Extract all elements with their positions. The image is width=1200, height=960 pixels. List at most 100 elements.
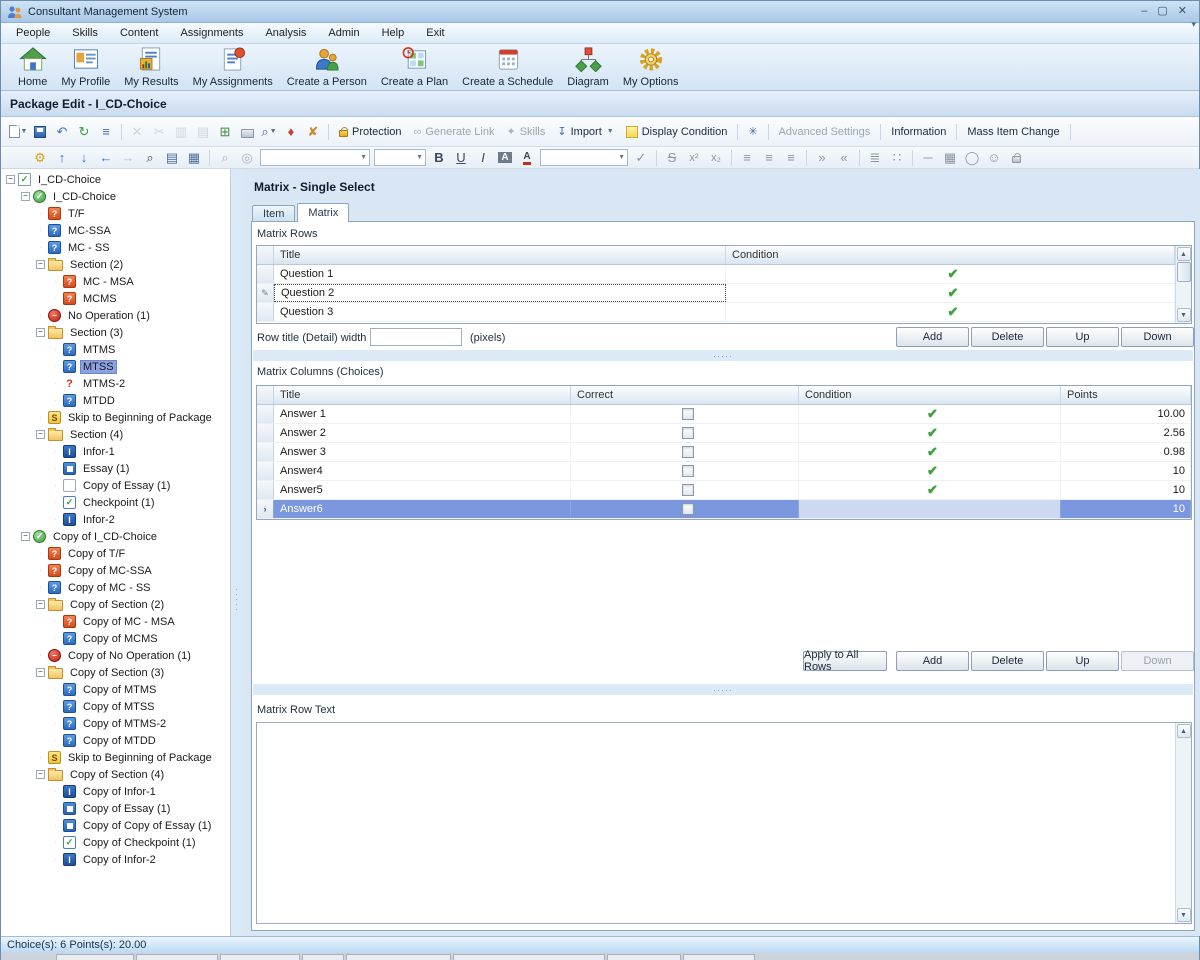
print-icon[interactable] — [237, 123, 257, 141]
tree-item-mtms[interactable]: ·?MTMS — [1, 341, 230, 358]
row-title-width-input[interactable] — [370, 328, 462, 346]
ellipse-icon[interactable]: ◯ — [962, 149, 982, 167]
properties-icon[interactable]: ≡ — [96, 123, 116, 141]
menu-item-skills[interactable]: Skills — [61, 24, 109, 42]
package-options-icon[interactable]: ⚙ — [30, 149, 50, 167]
align-left-icon[interactable]: ≡ — [737, 149, 757, 167]
choice-correct-cell[interactable] — [571, 405, 799, 423]
font-family-combo[interactable]: ▼ — [260, 149, 370, 166]
choice-title-cell[interactable]: Answer 3 — [274, 443, 571, 461]
bold-icon[interactable]: B — [429, 149, 449, 167]
tree-item-mc-ss[interactable]: ·?MC - SS — [1, 239, 230, 256]
choice-correct-cell[interactable] — [571, 424, 799, 442]
correct-checkbox[interactable] — [682, 408, 694, 420]
matrix-rows-add-button[interactable]: Add — [896, 327, 969, 347]
tree-item-copy-of-mcms[interactable]: ·?Copy of MCMS — [1, 630, 230, 647]
menu-item-assignments[interactable]: Assignments — [169, 24, 254, 42]
go-forward-icon[interactable]: → — [118, 149, 138, 167]
tree-item-mc-ssa[interactable]: ·?MC-SSA — [1, 222, 230, 239]
matrix-row-text-area[interactable]: ▲ ▼ — [256, 722, 1192, 924]
undo-icon[interactable]: ↶ — [52, 123, 72, 141]
go-back-icon[interactable]: ← — [96, 149, 116, 167]
row-selector[interactable] — [257, 462, 274, 480]
choice-row[interactable]: ›Answer610 — [257, 500, 1191, 519]
toolbar-item-home[interactable]: Home — [11, 45, 54, 89]
toolbar-item-my-assignments[interactable]: My Assignments — [186, 45, 280, 89]
strikethrough-icon[interactable]: S — [662, 149, 682, 167]
choice-correct-cell[interactable] — [571, 500, 799, 518]
choice-condition-cell[interactable]: ✔ — [799, 443, 1061, 461]
tree-item-essay-1-[interactable]: ·Essay (1) — [1, 460, 230, 477]
bullet-list-icon[interactable]: ∷ — [887, 149, 907, 167]
table-icon[interactable]: ▦ — [940, 149, 960, 167]
tree-item-mcms[interactable]: ·?MCMS — [1, 290, 230, 307]
tree-item-infor-2[interactable]: ·IInfor-2 — [1, 511, 230, 528]
choice-condition-cell[interactable]: ✔ — [799, 424, 1061, 442]
menu-item-people[interactable]: People — [5, 24, 61, 42]
choice-condition-cell[interactable]: ✔ — [799, 405, 1061, 423]
vertical-splitter[interactable]: ····· — [231, 169, 244, 936]
tree-item-t-f[interactable]: ·?T/F — [1, 205, 230, 222]
toolbar-item-diagram[interactable]: Diagram — [560, 45, 616, 89]
zoom-icon[interactable]: ⌕▼ — [259, 123, 279, 141]
refresh-icon[interactable]: ↻ — [74, 123, 94, 141]
matrix-rows-scrollbar[interactable]: ▲ ▼ — [1175, 246, 1191, 323]
row-title-cell[interactable]: Question 3 — [274, 303, 726, 321]
correct-checkbox[interactable] — [682, 465, 694, 477]
expander-collapse-icon[interactable]: − — [20, 532, 31, 541]
correct-checkbox[interactable] — [682, 427, 694, 439]
tree-item-section-4-[interactable]: −Section (4) — [1, 426, 230, 443]
numbered-list-icon[interactable]: ≣ — [865, 149, 885, 167]
choice-correct-cell[interactable] — [571, 443, 799, 461]
row-condition-cell[interactable]: ✔ — [726, 265, 1175, 283]
matrix-rows-up-button[interactable]: Up — [1046, 327, 1119, 347]
choice-points-cell[interactable]: 10.00 — [1061, 405, 1191, 423]
toolbar-item-create-a-schedule[interactable]: Create a Schedule — [455, 45, 560, 89]
command-button-import[interactable]: ↧Import▼ — [551, 123, 619, 140]
expander-collapse-icon[interactable]: − — [35, 668, 46, 677]
tree-item-i-cd-choice[interactable]: −✓I_CD-Choice — [1, 171, 230, 188]
matrix-columns-delete-button[interactable]: Delete — [971, 651, 1044, 671]
choice-row[interactable]: Answer4✔10 — [257, 462, 1191, 481]
scroll-up-icon[interactable]: ▲ — [1177, 724, 1191, 738]
spellcheck-icon[interactable]: ✓ — [631, 149, 651, 167]
tree-item-skip-to-beginning-of-package[interactable]: ·SSkip to Beginning of Package — [1, 409, 230, 426]
tree-item-skip-to-beginning-of-package[interactable]: ·SSkip to Beginning of Package — [1, 749, 230, 766]
tree-item-section-3-[interactable]: −Section (3) — [1, 324, 230, 341]
row-selector[interactable] — [257, 265, 274, 283]
outdent-icon[interactable]: « — [834, 149, 854, 167]
scroll-down-icon[interactable]: ▼ — [1177, 908, 1191, 922]
person-icon[interactable]: ☺ — [984, 149, 1004, 167]
correct-checkbox[interactable] — [682, 446, 694, 458]
highlight-color-icon[interactable]: A — [495, 149, 515, 167]
edit-pencil-icon[interactable]: ✎ — [257, 284, 274, 302]
menu-item-content[interactable]: Content — [109, 24, 170, 42]
expander-collapse-icon[interactable]: − — [35, 328, 46, 337]
tree-item-copy-of-no-operation-1-[interactable]: ·−Copy of No Operation (1) — [1, 647, 230, 664]
tree-item-copy-of-infor-2[interactable]: ·ICopy of Infor-2 — [1, 851, 230, 868]
row-title-cell[interactable]: Question 1 — [274, 265, 726, 283]
scroll-thumb[interactable] — [1177, 262, 1191, 282]
toolbar-item-create-a-person[interactable]: Create a Person — [280, 45, 374, 89]
font-color-icon[interactable]: A — [517, 149, 537, 167]
horizontal-splitter-1[interactable]: ····· — [253, 350, 1193, 361]
matrix-columns-up-button[interactable]: Up — [1046, 651, 1119, 671]
row-condition-cell[interactable]: ✔ — [726, 303, 1175, 321]
choice-title-cell[interactable]: Answer 2 — [274, 424, 571, 442]
subscript-icon[interactable]: x₂ — [706, 149, 726, 167]
tree-item-copy-of-copy-of-essay-1-[interactable]: ·Copy of Copy of Essay (1) — [1, 817, 230, 834]
tree-item-mtdd[interactable]: ·?MTDD — [1, 392, 230, 409]
choice-points-cell[interactable]: 0.98 — [1061, 443, 1191, 461]
choice-row[interactable]: Answer 2✔2.56 — [257, 424, 1191, 443]
tree-item-section-2-[interactable]: −Section (2) — [1, 256, 230, 273]
tab-item[interactable]: Item — [252, 205, 295, 222]
clear-branch-icon[interactable]: ✘ — [303, 123, 323, 141]
tree-item-mtms-2[interactable]: ·?MTMS-2 — [1, 375, 230, 392]
tree-item-i-cd-choice[interactable]: −✓I_CD-Choice — [1, 188, 230, 205]
command-button-protection[interactable]: Protection — [333, 124, 408, 140]
choice-condition-cell[interactable]: ✔ — [799, 462, 1061, 480]
minimize-button[interactable]: – — [1141, 6, 1147, 17]
tree-item-copy-of-infor-1[interactable]: ·ICopy of Infor-1 — [1, 783, 230, 800]
command-button-information[interactable]: Information — [885, 124, 952, 140]
matrix-columns-apply-to-all-rows-button[interactable]: Apply to All Rows — [803, 651, 887, 671]
